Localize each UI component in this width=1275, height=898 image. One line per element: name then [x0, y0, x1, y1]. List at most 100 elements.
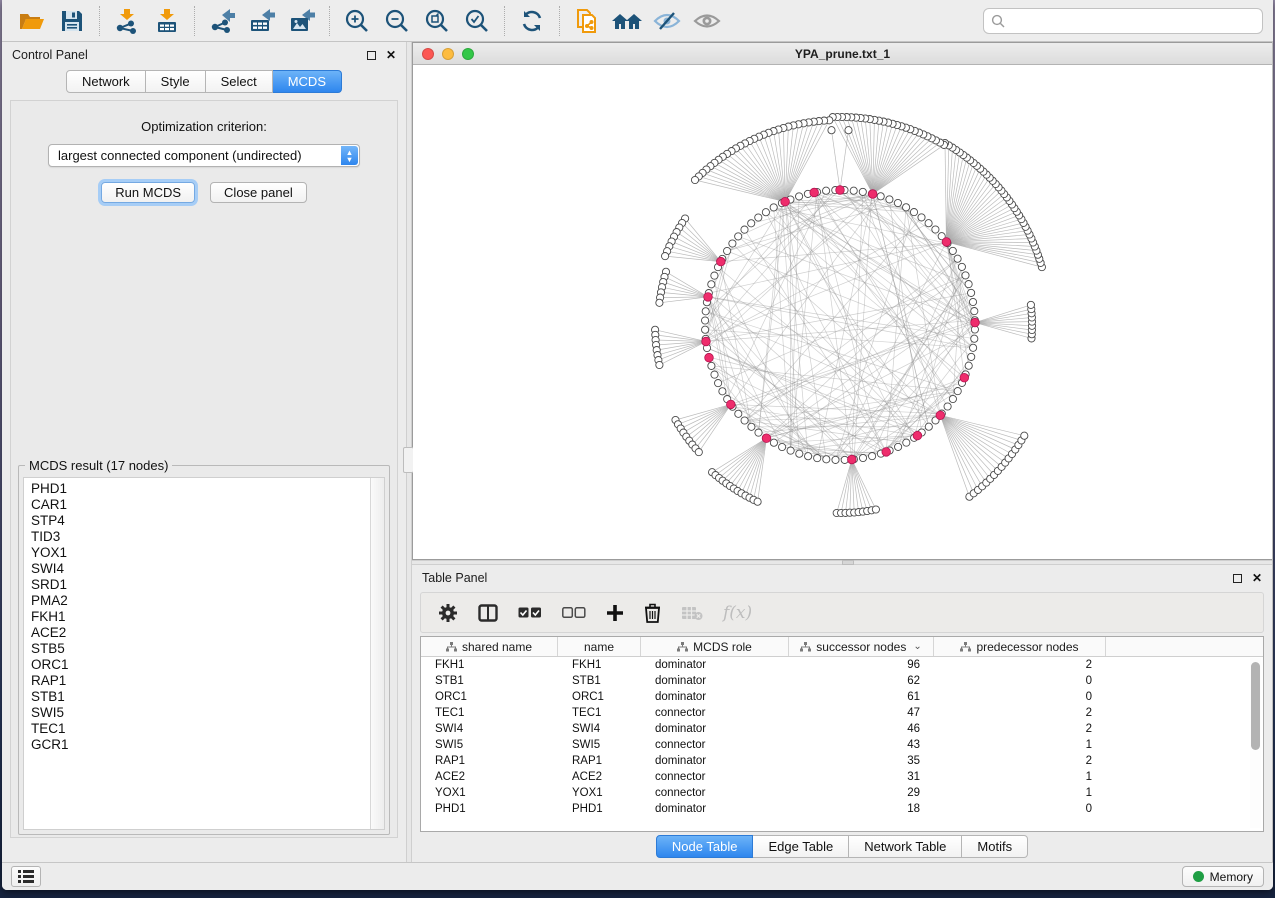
- float-panel-icon[interactable]: [1233, 574, 1242, 583]
- table-cell: 2: [934, 707, 1106, 719]
- mcds-node-item[interactable]: SRD1: [31, 577, 363, 593]
- table-row[interactable]: SWI4SWI4dominator462: [421, 721, 1263, 737]
- horizontal-splitter[interactable]: [412, 560, 1272, 565]
- tab-motifs[interactable]: Motifs: [962, 835, 1028, 858]
- tab-mcds[interactable]: MCDS: [273, 70, 342, 93]
- optimization-criterion-select[interactable]: largest connected component (undirected)…: [48, 144, 360, 167]
- import-network-button[interactable]: [107, 4, 147, 38]
- search-icon: [991, 14, 1005, 28]
- save-button[interactable]: [52, 4, 92, 38]
- delete-column-button[interactable]: [644, 603, 661, 623]
- mcds-node-item[interactable]: STB5: [31, 641, 363, 657]
- table-cell: 96: [789, 659, 934, 671]
- open-file-button[interactable]: [12, 4, 52, 38]
- table-cell: SWI4: [421, 723, 558, 735]
- tab-select[interactable]: Select: [206, 70, 273, 93]
- network-view-frame: YPA_prune.txt_1: [412, 42, 1272, 560]
- table-row[interactable]: STB1STB1dominator620: [421, 673, 1263, 689]
- table-cell: SWI5: [421, 739, 558, 751]
- table-tabbar: Node TableEdge TableNetwork TableMotifs: [412, 832, 1272, 862]
- table-row[interactable]: SWI5SWI5connector431: [421, 737, 1263, 753]
- import-table-button[interactable]: [147, 4, 187, 38]
- close-panel-button[interactable]: Close panel: [210, 182, 307, 203]
- mcds-node-item[interactable]: YOX1: [31, 545, 363, 561]
- tab-network-table[interactable]: Network Table: [849, 835, 962, 858]
- table-row[interactable]: FKH1FKH1dominator962: [421, 657, 1263, 673]
- export-network-button[interactable]: [202, 4, 242, 38]
- deselect-all-button[interactable]: [562, 607, 586, 619]
- close-window-icon[interactable]: [422, 48, 434, 60]
- zoom-out-button[interactable]: [377, 4, 417, 38]
- zoom-in-button[interactable]: [337, 4, 377, 38]
- status-bar: Memory: [2, 862, 1273, 890]
- run-mcds-button[interactable]: Run MCDS: [101, 182, 195, 203]
- network-graph[interactable]: [413, 65, 1272, 559]
- refresh-icon: [519, 8, 545, 34]
- tab-node-table[interactable]: Node Table: [656, 835, 754, 858]
- mcds-node-item[interactable]: TID3: [31, 529, 363, 545]
- memory-button[interactable]: Memory: [1182, 866, 1264, 887]
- table-row[interactable]: RAP1RAP1dominator352: [421, 753, 1263, 769]
- mcds-node-item[interactable]: SWI4: [31, 561, 363, 577]
- add-column-button[interactable]: [606, 604, 624, 622]
- table-toolbar: f(x): [420, 592, 1264, 633]
- mcds-node-item[interactable]: GCR1: [31, 737, 363, 753]
- mcds-node-item[interactable]: TEC1: [31, 721, 363, 737]
- table-settings-button[interactable]: [438, 603, 458, 623]
- mcds-node-item[interactable]: STB1: [31, 689, 363, 705]
- table-row[interactable]: ORC1ORC1dominator610: [421, 689, 1263, 705]
- table-cell: YOX1: [421, 787, 558, 799]
- mcds-node-item[interactable]: PMA2: [31, 593, 363, 609]
- column-header-predecessor-nodes[interactable]: predecessor nodes: [934, 637, 1106, 656]
- search-field[interactable]: [983, 8, 1263, 34]
- zoom-selected-button[interactable]: [457, 4, 497, 38]
- show-all-button[interactable]: [687, 4, 727, 38]
- network-canvas[interactable]: [413, 65, 1272, 559]
- mcds-node-item[interactable]: ORC1: [31, 657, 363, 673]
- tab-network[interactable]: Network: [66, 70, 146, 93]
- float-panel-icon[interactable]: [367, 51, 376, 60]
- mcds-node-item[interactable]: SWI5: [31, 705, 363, 721]
- column-header-MCDS-role[interactable]: MCDS role: [641, 637, 789, 656]
- maximize-window-icon[interactable]: [462, 48, 474, 60]
- table-row[interactable]: PHD1PHD1dominator180: [421, 801, 1263, 817]
- hide-selected-button[interactable]: [647, 4, 687, 38]
- tab-edge-table[interactable]: Edge Table: [753, 835, 849, 858]
- refresh-button[interactable]: [512, 4, 552, 38]
- table-scrollbar[interactable]: [1250, 658, 1261, 828]
- duplicate-network-button[interactable]: [567, 4, 607, 38]
- mcds-list-scrollbar[interactable]: [370, 478, 384, 829]
- tab-style[interactable]: Style: [146, 70, 206, 93]
- select-all-button[interactable]: [518, 607, 542, 619]
- export-table-button[interactable]: [242, 4, 282, 38]
- mcds-node-item[interactable]: ACE2: [31, 625, 363, 641]
- table-row[interactable]: YOX1YOX1connector291: [421, 785, 1263, 801]
- close-panel-icon[interactable]: ✕: [1252, 573, 1262, 583]
- column-header-name[interactable]: name: [558, 637, 641, 656]
- table-cell: ORC1: [421, 691, 558, 703]
- table-cell: SWI4: [558, 723, 641, 735]
- mcds-node-item[interactable]: RAP1: [31, 673, 363, 689]
- scrollbar-thumb[interactable]: [1251, 662, 1260, 750]
- houses-icon: [611, 9, 643, 33]
- export-image-button[interactable]: [282, 4, 322, 38]
- table-panel-title: Table Panel: [422, 571, 487, 585]
- table-row[interactable]: ACE2ACE2connector311: [421, 769, 1263, 785]
- mcds-node-item[interactable]: STP4: [31, 513, 363, 529]
- close-panel-icon[interactable]: ✕: [386, 50, 396, 60]
- mcds-node-item[interactable]: FKH1: [31, 609, 363, 625]
- mcds-node-item[interactable]: PHD1: [31, 481, 363, 497]
- first-neighbors-button[interactable]: [607, 4, 647, 38]
- column-header-shared-name[interactable]: shared name: [421, 637, 558, 656]
- task-history-button[interactable]: [11, 866, 41, 887]
- column-header-successor-nodes[interactable]: successor nodes⌄: [789, 637, 934, 656]
- minimize-window-icon[interactable]: [442, 48, 454, 60]
- show-column-panel-button[interactable]: [478, 604, 498, 622]
- table-row[interactable]: TEC1TEC1connector472: [421, 705, 1263, 721]
- mcds-node-item[interactable]: CAR1: [31, 497, 363, 513]
- splitter-handle[interactable]: [842, 560, 854, 565]
- function-builder-button-disabled: f(x): [723, 603, 752, 623]
- zoom-fit-button[interactable]: [417, 4, 457, 38]
- table-cell: ACE2: [558, 771, 641, 783]
- vertical-splitter[interactable]: [406, 42, 412, 862]
